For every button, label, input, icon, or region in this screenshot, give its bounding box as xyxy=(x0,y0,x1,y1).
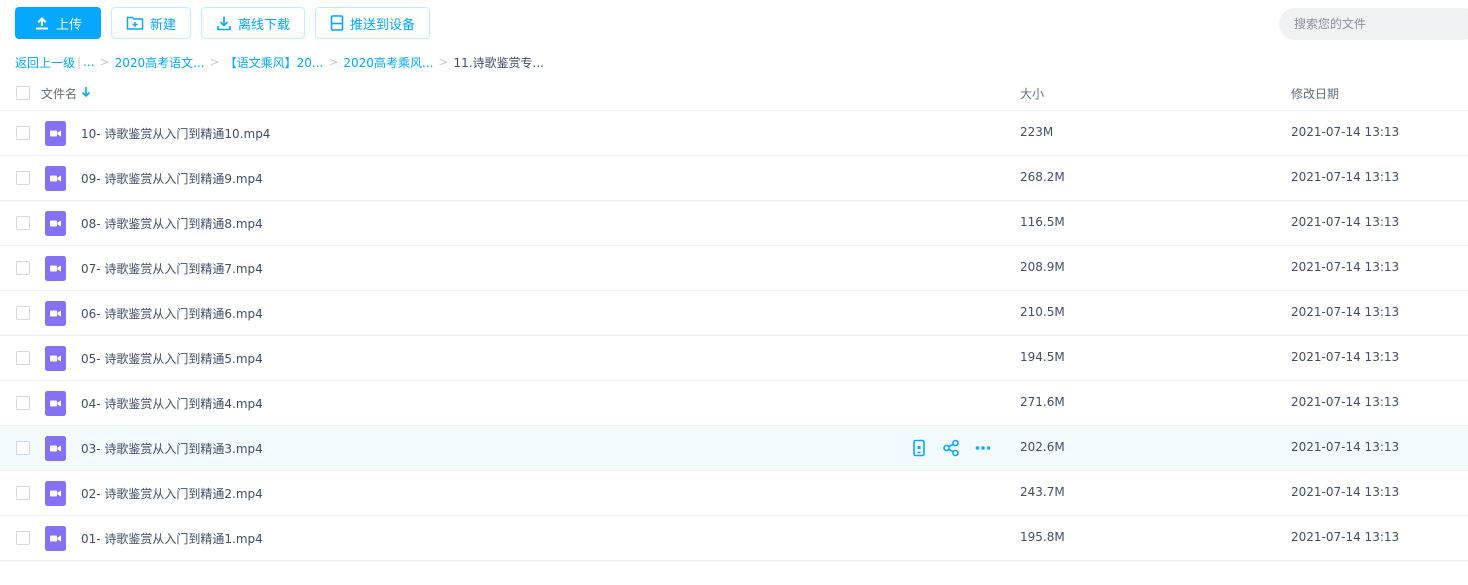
toolbar: 上传 新建 离线下载 推送到设备 xyxy=(15,7,431,39)
file-row[interactable]: 03- 诗歌鉴赏从入门到精通3.mp4 202.6M 2021-07-14 13… xyxy=(0,426,1468,471)
offline-download-label: 离线下载 xyxy=(238,17,291,33)
share-icon[interactable] xyxy=(942,439,960,457)
file-modified-date: 2021-07-14 13:13 xyxy=(1291,440,1400,454)
video-file-icon xyxy=(45,256,66,281)
file-row[interactable]: 10- 诗歌鉴赏从入门到精通10.mp4 223M 2021-07-14 13:… xyxy=(0,111,1468,156)
row-checkbox[interactable] xyxy=(16,531,30,545)
row-checkbox[interactable] xyxy=(16,126,30,140)
file-size: 268.2M xyxy=(1020,170,1065,184)
row-checkbox[interactable] xyxy=(16,486,30,500)
search-input[interactable] xyxy=(1294,17,1454,31)
file-size: 210.5M xyxy=(1020,305,1065,319)
file-name[interactable]: 06- 诗歌鉴赏从入门到精通6.mp4 xyxy=(81,305,263,322)
file-size: 271.6M xyxy=(1020,395,1065,409)
file-row[interactable]: 05- 诗歌鉴赏从入门到精通5.mp4 194.5M 2021-07-14 13… xyxy=(0,336,1468,381)
phone-push-icon[interactable] xyxy=(910,439,928,457)
breadcrumb-item[interactable]: 2020高考语文... xyxy=(115,54,205,71)
file-size: 223M xyxy=(1020,125,1054,139)
date-column-header[interactable]: 修改日期 xyxy=(1291,85,1339,102)
video-file-icon xyxy=(45,301,66,326)
push-to-device-label: 推送到设备 xyxy=(350,17,416,33)
row-checkbox[interactable] xyxy=(16,261,30,275)
push-to-device-button[interactable]: 推送到设备 xyxy=(315,7,431,39)
file-row[interactable]: 04- 诗歌鉴赏从入门到精通4.mp4 271.6M 2021-07-14 13… xyxy=(0,381,1468,426)
upload-icon xyxy=(34,15,50,31)
file-name[interactable]: 09- 诗歌鉴赏从入门到精通9.mp4 xyxy=(81,170,263,187)
file-row[interactable]: 08- 诗歌鉴赏从入门到精通8.mp4 116.5M 2021-07-14 13… xyxy=(0,201,1468,246)
video-file-icon xyxy=(45,526,66,551)
breadcrumb-separator: > xyxy=(438,55,449,69)
breadcrumb-separator: > xyxy=(328,55,339,69)
file-size: 194.5M xyxy=(1020,350,1065,364)
breadcrumb-separator: > xyxy=(209,55,220,69)
file-modified-date: 2021-07-14 13:13 xyxy=(1291,350,1400,364)
more-icon[interactable] xyxy=(974,439,992,457)
file-row[interactable]: 07- 诗歌鉴赏从入门到精通7.mp4 208.9M 2021-07-14 13… xyxy=(0,246,1468,291)
row-actions xyxy=(910,439,992,457)
file-modified-date: 2021-07-14 13:13 xyxy=(1291,170,1400,184)
file-row[interactable]: 02- 诗歌鉴赏从入门到精通2.mp4 243.7M 2021-07-14 13… xyxy=(0,471,1468,516)
breadcrumb-divider: | xyxy=(77,55,82,69)
offline-download-button[interactable]: 离线下载 xyxy=(201,7,306,39)
new-button[interactable]: 新建 xyxy=(111,7,192,39)
file-row[interactable]: 09- 诗歌鉴赏从入门到精通9.mp4 268.2M 2021-07-14 13… xyxy=(0,156,1468,201)
file-row[interactable]: 06- 诗歌鉴赏从入门到精通6.mp4 210.5M 2021-07-14 13… xyxy=(0,291,1468,336)
breadcrumb-back-link[interactable]: 返回上一级 xyxy=(15,54,75,71)
name-column-header[interactable]: 文件名 xyxy=(41,85,91,102)
row-checkbox[interactable] xyxy=(16,351,30,365)
file-modified-date: 2021-07-14 13:13 xyxy=(1291,530,1400,544)
new-folder-icon xyxy=(126,15,144,31)
breadcrumb-separator: > xyxy=(99,55,110,69)
file-name[interactable]: 01- 诗歌鉴赏从入门到精通1.mp4 xyxy=(81,530,263,547)
video-file-icon xyxy=(45,121,66,146)
file-modified-date: 2021-07-14 13:13 xyxy=(1291,485,1400,499)
breadcrumb-item[interactable]: 2020高考乘风... xyxy=(343,54,433,71)
file-name[interactable]: 07- 诗歌鉴赏从入门到精通7.mp4 xyxy=(81,260,263,277)
file-name[interactable]: 04- 诗歌鉴赏从入门到精通4.mp4 xyxy=(81,395,263,412)
device-icon xyxy=(330,15,344,31)
video-file-icon xyxy=(45,211,66,236)
file-name[interactable]: 05- 诗歌鉴赏从入门到精通5.mp4 xyxy=(81,350,263,367)
file-size: 195.8M xyxy=(1020,530,1065,544)
file-list: 10- 诗歌鉴赏从入门到精通10.mp4 223M 2021-07-14 13:… xyxy=(0,111,1468,561)
file-modified-date: 2021-07-14 13:13 xyxy=(1291,125,1400,139)
file-name[interactable]: 02- 诗歌鉴赏从入门到精通2.mp4 xyxy=(81,485,263,502)
row-checkbox[interactable] xyxy=(16,306,30,320)
file-size: 243.7M xyxy=(1020,485,1065,499)
file-name[interactable]: 08- 诗歌鉴赏从入门到精通8.mp4 xyxy=(81,215,263,232)
breadcrumb-current: 11.诗歌鉴赏专... xyxy=(453,55,544,70)
search-box[interactable] xyxy=(1279,8,1468,40)
video-file-icon xyxy=(45,346,66,371)
file-size: 208.9M xyxy=(1020,260,1065,274)
table-header: 文件名 大小 修改日期 xyxy=(0,76,1468,111)
file-modified-date: 2021-07-14 13:13 xyxy=(1291,395,1400,409)
row-checkbox[interactable] xyxy=(16,171,30,185)
video-file-icon xyxy=(45,391,66,416)
file-size: 202.6M xyxy=(1020,440,1065,454)
row-checkbox[interactable] xyxy=(16,216,30,230)
video-file-icon xyxy=(45,166,66,191)
file-modified-date: 2021-07-14 13:13 xyxy=(1291,305,1400,319)
video-file-icon xyxy=(45,481,66,506)
file-size: 116.5M xyxy=(1020,215,1065,229)
sort-down-arrow-icon xyxy=(81,86,91,101)
size-column-header[interactable]: 大小 xyxy=(1020,85,1044,102)
file-modified-date: 2021-07-14 13:13 xyxy=(1291,260,1400,274)
row-checkbox[interactable] xyxy=(16,441,30,455)
file-modified-date: 2021-07-14 13:13 xyxy=(1291,215,1400,229)
breadcrumb-ellipsis[interactable]: ... xyxy=(83,55,94,69)
file-row[interactable]: 01- 诗歌鉴赏从入门到精通1.mp4 195.8M 2021-07-14 13… xyxy=(0,516,1468,561)
breadcrumb: 返回上一级 | ... > 2020高考语文... > 【语文乘风】20... … xyxy=(15,54,544,70)
name-header-label: 文件名 xyxy=(41,87,78,101)
upload-button[interactable]: 上传 xyxy=(15,7,101,39)
select-all-checkbox[interactable] xyxy=(16,86,30,100)
download-icon xyxy=(216,15,232,31)
file-name[interactable]: 03- 诗歌鉴赏从入门到精通3.mp4 xyxy=(81,440,263,457)
row-checkbox[interactable] xyxy=(16,396,30,410)
file-name[interactable]: 10- 诗歌鉴赏从入门到精通10.mp4 xyxy=(81,125,270,142)
video-file-icon xyxy=(45,436,66,461)
upload-label: 上传 xyxy=(55,17,82,33)
breadcrumb-item[interactable]: 【语文乘风】20... xyxy=(225,54,324,71)
new-label: 新建 xyxy=(150,17,177,33)
